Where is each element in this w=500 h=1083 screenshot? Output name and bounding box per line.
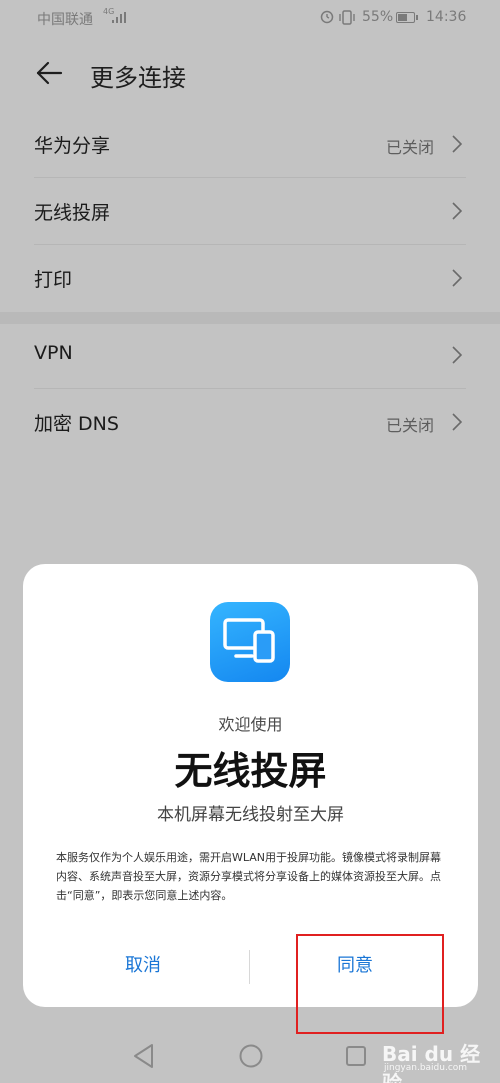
watermark-url: jingyan.baidu.com (384, 1063, 468, 1073)
dialog-disclaimer: 本服务仅作为个人娱乐用途，需开启WLAN用于投屏功能。镜像模式将录制屏幕内容、系… (56, 851, 442, 902)
chevron-right-icon (452, 202, 462, 220)
status-bar: 中国联通 4G 55% 14:36 (0, 0, 500, 36)
watermark-text: Bai du 经验 (382, 1042, 481, 1083)
carrier-name: 中国联通 (37, 12, 93, 28)
settings-item-wireless-projection[interactable]: 无线投屏 (34, 178, 466, 245)
settings-item-print[interactable]: 打印 (34, 245, 466, 312)
settings-item-label: 无线投屏 (34, 202, 111, 224)
screen-cast-icon (210, 602, 290, 682)
settings-list-network: VPN 加密 DNS 已关闭 (0, 322, 500, 456)
welcome-text: 欢迎使用 (218, 715, 283, 734)
chevron-right-icon (452, 413, 462, 431)
settings-item-label: VPN (34, 342, 73, 364)
chevron-right-icon (452, 135, 462, 153)
chevron-right-icon (452, 269, 462, 287)
settings-item-label: 加密 DNS (34, 413, 119, 435)
button-divider (249, 950, 250, 984)
dialog-title: 无线投屏 (174, 749, 327, 793)
page-title: 更多连接 (90, 64, 186, 92)
settings-item-huawei-share[interactable]: 华为分享 已关闭 (34, 111, 466, 178)
nav-back-icon[interactable] (132, 1043, 156, 1069)
battery-percent: 55% (362, 9, 394, 25)
app-header: 更多连接 (0, 46, 500, 102)
battery-icon (396, 12, 418, 23)
alarm-vibrate-icons (320, 9, 356, 29)
nav-home-icon[interactable] (238, 1043, 264, 1069)
clock: 14:36 (426, 9, 467, 25)
settings-item-encrypted-dns[interactable]: 加密 DNS 已关闭 (34, 389, 466, 456)
settings-item-status: 已关闭 (385, 416, 434, 435)
settings-item-label: 华为分享 (34, 135, 111, 157)
settings-item-status: 已关闭 (385, 138, 434, 157)
settings-item-label: 打印 (34, 269, 73, 291)
dialog-subtitle: 本机屏幕无线投射至大屏 (157, 805, 344, 825)
chevron-right-icon (452, 346, 462, 364)
settings-item-vpn[interactable]: VPN (34, 322, 466, 389)
cancel-button[interactable]: 取消 (53, 946, 233, 986)
baidu-jingyan-watermark: Bai du 经验 jingyan.baidu.com (382, 1036, 492, 1083)
signal-icon: 4G (103, 8, 127, 26)
highlight-annotation (296, 934, 444, 1034)
back-arrow-icon[interactable] (34, 58, 64, 88)
nav-recent-icon[interactable] (345, 1045, 367, 1067)
settings-list-connections: 华为分享 已关闭 无线投屏 打印 (0, 111, 500, 312)
